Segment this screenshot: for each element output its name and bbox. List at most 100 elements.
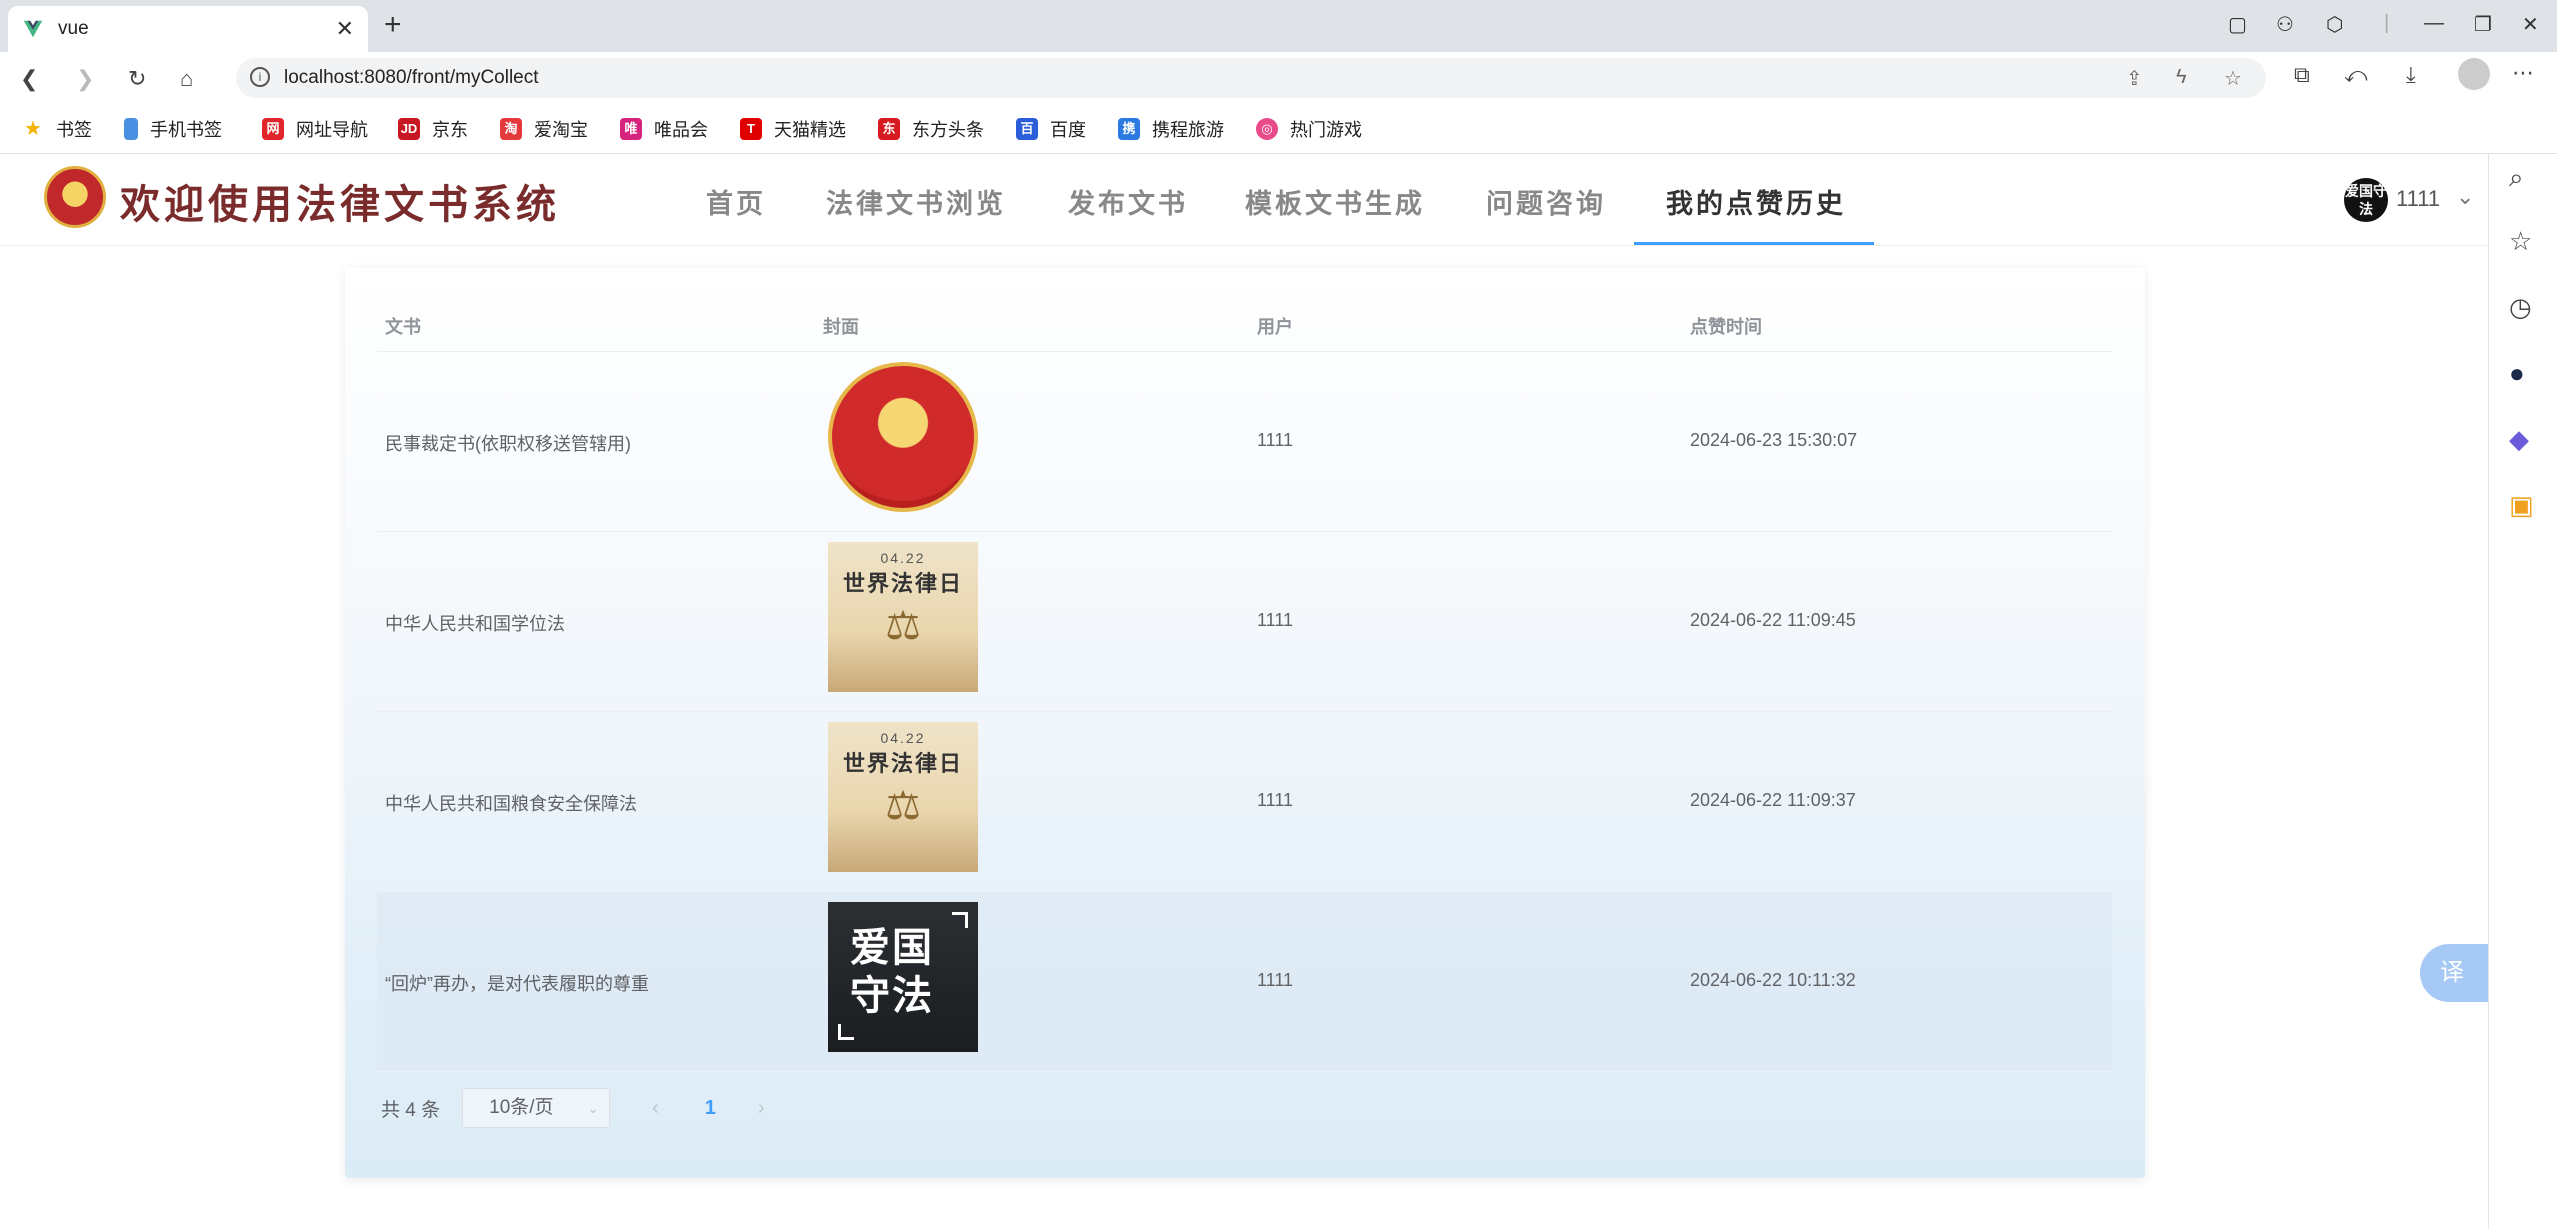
table-row[interactable]: “回炉”再办，是对代表履职的尊重 爱国 守法 1111 2024-06-22 10… [377,892,2112,1072]
clock-icon[interactable]: ◷ [2509,292,2532,323]
minimize-icon[interactable]: — [2424,12,2444,35]
reload-icon[interactable]: ↻ [128,66,146,92]
prev-page-icon[interactable]: ‹ [652,1097,659,1120]
favorite-star-icon[interactable]: ☆ [2224,66,2242,91]
star-icon[interactable]: ☆ [2509,226,2532,257]
browser-side-panel: ⌕ ☆ ◷ ● ◆ ▣ [2488,154,2557,1229]
table-row[interactable]: 民事裁定书(依职权移送管辖用) 1111 2024-06-23 15:30:07 [377,352,2112,532]
page-number[interactable]: 1 [705,1097,716,1120]
like-time: 2024-06-23 15:30:07 [1690,430,1858,450]
user-cell: 1111 [1257,790,1294,810]
menu-browse-docs[interactable]: 法律文书浏览 [826,182,1006,221]
username[interactable]: 1111 [2396,186,2440,212]
cover-image: 04.22 世界法律日 ⚖ [828,542,978,692]
menu-publish-doc[interactable]: 发布文书 [1068,182,1188,221]
app-title: 欢迎使用法律文书系统 [120,181,560,228]
home-icon[interactable]: ⌂ [180,66,193,92]
jd-icon: JD [398,118,420,140]
like-history-table: 文书 封面 用户 点赞时间 民事裁定书(依职权移送管辖用) 1111 2024-… [345,268,2145,1178]
maximize-icon[interactable]: ❐ [2474,12,2492,37]
header-cover: 封面 [823,317,859,337]
bookmark-icon [124,118,138,140]
cover-image: 爱国 守法 [828,902,978,1052]
search-icon[interactable]: ⌕ [2509,162,2524,194]
browser-tab-bar: vue ✕ + ▢ ⚇ ⬡ | — ❐ ✕ [0,0,2557,52]
chevron-down-icon: ⌄ [587,1100,600,1116]
avatar[interactable]: 爱国守法 [2344,178,2388,222]
page-size-select[interactable]: 10条/页 ⌄ [462,1088,611,1128]
table-row[interactable]: 中华人民共和国粮食安全保障法 04.22 世界法律日 ⚖ 1111 2024-0… [377,712,2112,892]
translate-button[interactable]: 译 [2420,944,2488,1002]
chevron-down-icon[interactable]: ⌄ [2456,184,2474,210]
nav-site-icon: 网 [262,118,284,140]
collections-icon[interactable]: ⚇ [2276,12,2294,37]
table-row[interactable]: 中华人民共和国学位法 04.22 世界法律日 ⚖ 1111 2024-06-22… [377,532,2112,712]
game-icon: ◎ [1256,118,1278,140]
profile-icon[interactable] [2458,58,2490,90]
menu-home[interactable]: 首页 [706,182,766,221]
bookmark-item[interactable]: ★ 书签 [22,116,92,142]
header-doc: 文书 [385,317,421,337]
next-page-icon[interactable]: › [758,1097,765,1120]
address-bar-row: ❮ ❯ ↻ ⌂ i localhost:8080/front/myCollect… [0,52,2557,104]
bookmark-item[interactable]: 百百度 [1016,116,1086,142]
forward-icon[interactable]: ❯ [76,66,94,92]
court-emblem-logo [44,166,106,228]
downloads-icon[interactable]: ⤓ [2406,62,2416,88]
header-user: 用户 [1257,317,1293,337]
split-screen-icon[interactable]: ▢ [2228,12,2247,37]
total-count: 共 4 条 [381,1099,441,1121]
vip-icon: 唯 [620,118,642,140]
cover-image [828,362,978,512]
star-icon: ★ [24,118,42,140]
back-icon[interactable]: ❮ [20,66,38,92]
bookmark-item[interactable]: T 天猫精选 [740,116,846,142]
speed-icon[interactable]: ϟ [2176,66,2187,89]
bookmark-item[interactable]: 淘爱淘宝 [500,116,588,142]
doc-title[interactable]: 民事裁定书(依职权移送管辖用) [385,430,631,456]
share-icon[interactable]: ⇪ [2126,66,2143,91]
bookmark-item[interactable]: 东东方头条 [878,116,984,142]
url-field[interactable]: i localhost:8080/front/myCollect ⇪ ϟ ☆ [236,58,2266,98]
separator: | [2384,12,2390,34]
bookmark-item[interactable]: 携携程旅游 [1118,116,1224,142]
history-back-icon[interactable]: ⤺ [2344,62,2368,88]
menu-consult[interactable]: 问题咨询 [1486,182,1606,221]
menu-like-history[interactable]: 我的点赞历史 [1666,182,1846,221]
bookmark-item[interactable]: 网网址导航 [262,116,368,142]
taobao-icon: 淘 [500,118,522,140]
bookmarks-bar: ★ 书签 手机书签 网网址导航 JD 京东 淘爱淘宝 唯唯品会 T 天猫精选 东东方头… [0,104,2557,154]
pagination: 共 4 条 10条/页 ⌄ ‹ 1 › [381,1088,765,1128]
doc-title[interactable]: 中华人民共和国学位法 [385,610,565,636]
site-info-icon[interactable]: i [250,67,270,87]
bookmark-item[interactable]: 手机书签 [124,116,222,142]
ctrip-icon: 携 [1118,118,1140,140]
active-menu-indicator [1634,242,1874,245]
bookmark-item[interactable]: 唯唯品会 [620,116,708,142]
gamepad-icon[interactable]: ◆ [2509,424,2529,455]
like-time: 2024-06-22 11:09:45 [1690,610,1856,630]
scales-icon: ⚖ [885,784,921,828]
tab-close-icon[interactable]: ✕ [336,16,354,42]
baidu-icon: 百 [1016,118,1038,140]
header-time: 点赞时间 [1690,317,1762,337]
toolbox-icon[interactable]: ▣ [2509,490,2534,521]
like-time: 2024-06-22 11:09:37 [1690,790,1856,810]
window-close-icon[interactable]: ✕ [2522,12,2539,37]
url-text: localhost:8080/front/myCollect [284,67,539,88]
bookmark-item[interactable]: JD 京东 [398,116,468,142]
bookmark-item[interactable]: ◎ 热门游戏 [1256,116,1362,142]
user-cell: 1111 [1257,430,1294,450]
extensions-toolbar-icon[interactable]: ⧉ [2294,62,2310,88]
doc-title[interactable]: 中华人民共和国粮食安全保障法 [385,790,637,816]
new-tab-icon[interactable]: + [384,10,402,40]
more-icon[interactable]: ⋯ [2512,60,2534,86]
table-header: 文书 封面 用户 点赞时间 [377,268,2112,352]
like-time: 2024-06-22 10:11:32 [1690,970,1856,990]
assistant-icon[interactable]: ● [2509,358,2525,389]
doc-title[interactable]: “回炉”再办，是对代表履职的尊重 [385,970,649,996]
menu-template-gen[interactable]: 模板文书生成 [1245,182,1425,221]
browser-tab[interactable]: vue ✕ [8,6,368,52]
extensions-icon[interactable]: ⬡ [2326,12,2343,37]
tab-title: vue [58,18,89,39]
